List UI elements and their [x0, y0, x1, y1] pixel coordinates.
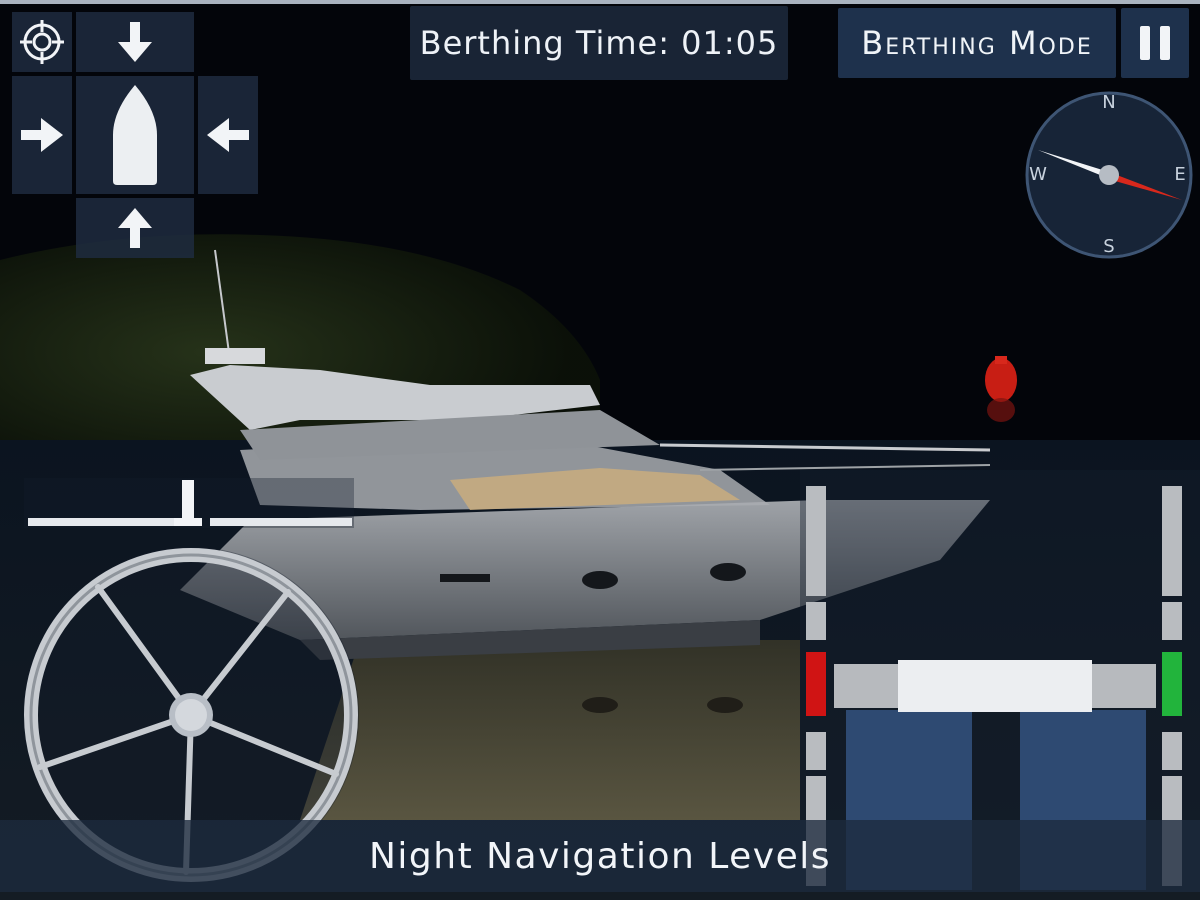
stern-thruster-back-button[interactable]: [76, 198, 194, 258]
port-engine-indicator: [806, 652, 826, 716]
berthing-timer: Berthing Time: 01:05: [410, 6, 788, 80]
thruster-port-button[interactable]: [12, 76, 72, 194]
level-banner: Night Navigation Levels: [0, 820, 1200, 892]
rudder-angle-indicator: [24, 478, 354, 528]
berthing-timer-text: Berthing Time: 01:05: [419, 24, 779, 62]
berthing-mode-label: Berthing Mode: [861, 24, 1093, 62]
boat-center-indicator: [76, 76, 194, 194]
buoy-marker: [985, 356, 1017, 422]
bow-thruster-forward-button[interactable]: [76, 12, 194, 72]
compass-north-label: N: [1102, 92, 1116, 113]
level-banner-text: Night Navigation Levels: [368, 835, 832, 877]
arrow-up-icon: [118, 208, 152, 248]
compass-west-label: W: [1029, 164, 1047, 185]
pause-icon: [1140, 26, 1170, 60]
thruster-starboard-button[interactable]: [198, 76, 258, 194]
compass-east-label: E: [1174, 164, 1186, 185]
compass-south-label: S: [1103, 236, 1115, 257]
compass-dial: [1025, 91, 1193, 259]
arrow-down-icon: [118, 22, 152, 62]
crosshair-icon: [20, 20, 64, 64]
boat-hull-icon: [113, 85, 157, 185]
compass: N E S W: [1024, 90, 1194, 260]
arrow-right-icon: [21, 118, 63, 152]
starboard-engine-indicator: [1162, 652, 1182, 716]
camera-target-button[interactable]: [12, 12, 72, 72]
top-border: [0, 0, 1200, 4]
arrow-left-icon: [207, 118, 249, 152]
berthing-mode-button[interactable]: Berthing Mode: [838, 8, 1116, 78]
pause-button[interactable]: [1121, 8, 1189, 78]
